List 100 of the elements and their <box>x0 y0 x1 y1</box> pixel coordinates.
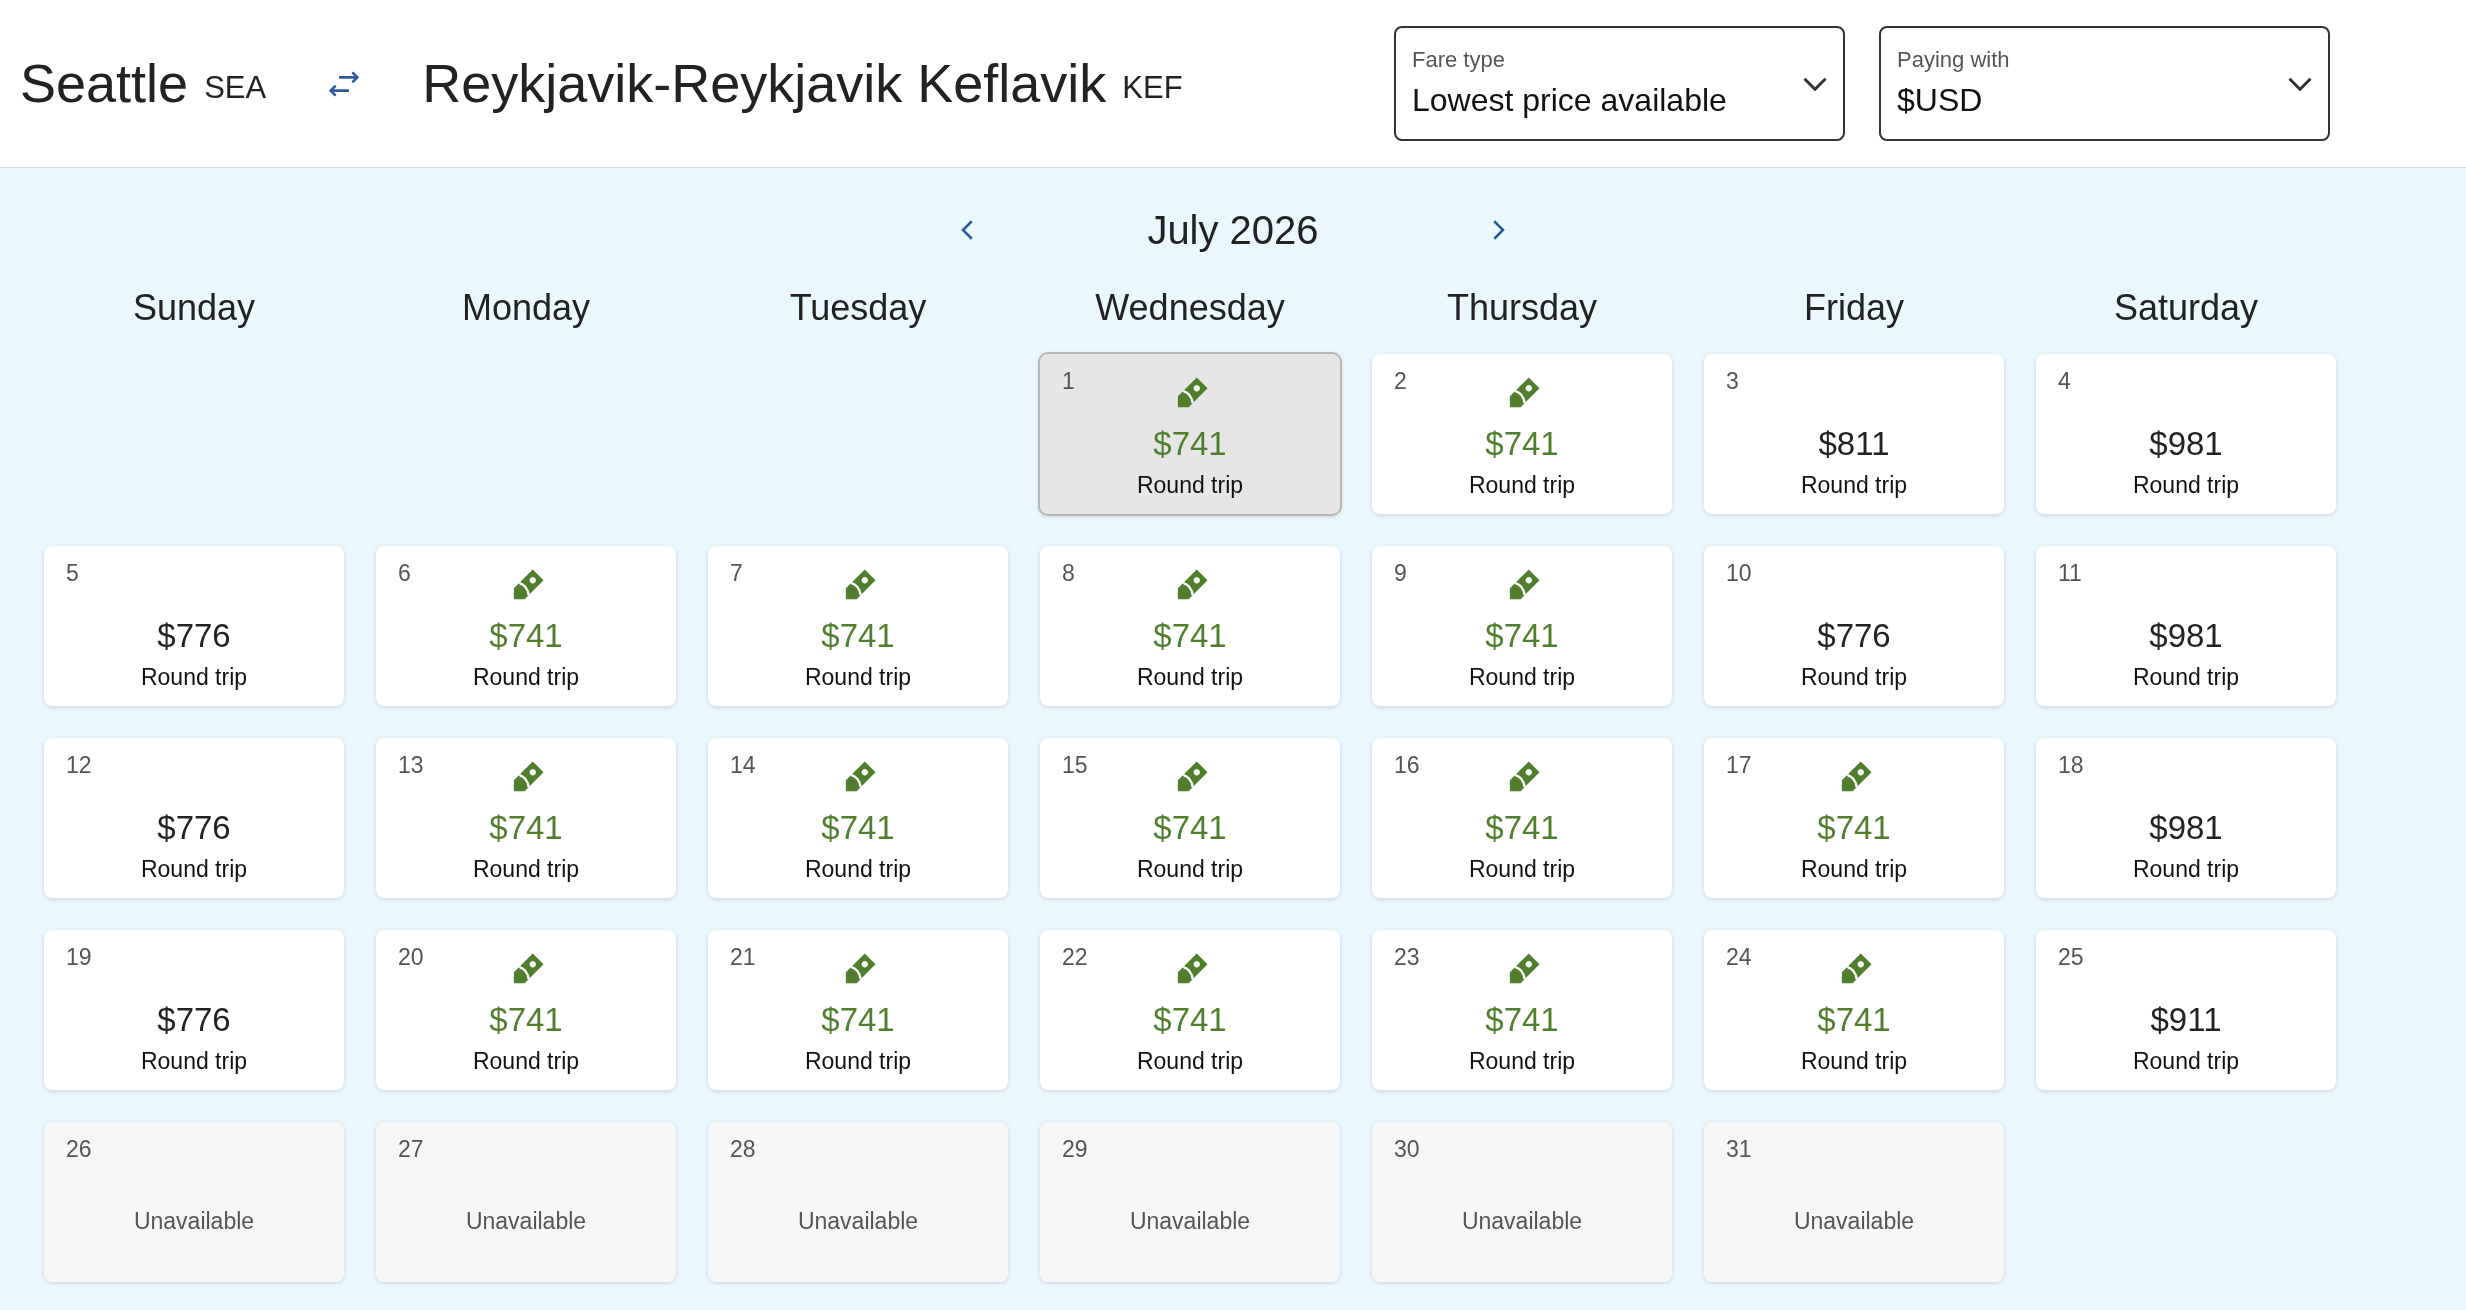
day-number: 29 <box>1062 1135 1088 1164</box>
trip-type: Round trip <box>1136 663 1244 692</box>
day-number: 23 <box>1394 943 1420 972</box>
trip-type: Round trip <box>804 663 912 692</box>
weekday-header: Sunday <box>131 286 257 330</box>
month-title: July 2026 <box>1146 207 1320 254</box>
day-cell[interactable]: 5 $776 Round trip <box>44 546 344 706</box>
day-number: 8 <box>1062 559 1075 588</box>
day-number: 9 <box>1394 559 1407 588</box>
trip-type: Round trip <box>1800 471 1908 500</box>
day-cell[interactable]: 12 $776 Round trip <box>44 738 344 898</box>
price: $741 <box>1485 616 1559 656</box>
trip-type: Round trip <box>804 1047 912 1076</box>
destination-code: KEF <box>1122 69 1183 108</box>
trip-type: Round trip <box>804 855 912 884</box>
day-cell[interactable]: 16 $741 Round trip <box>1372 738 1672 898</box>
day-cell[interactable]: 23 $741 Round trip <box>1372 930 1672 1090</box>
dropdown-value: $USD <box>1897 81 1984 120</box>
trip-type: Round trip <box>1800 1047 1908 1076</box>
dropdown-value: Lowest price available <box>1412 81 1727 120</box>
trip-type: Round trip <box>2132 471 2240 500</box>
day-number: 26 <box>66 1135 92 1164</box>
day-number: 31 <box>1726 1135 1752 1164</box>
unavailable-label: Unavailable <box>797 1207 919 1236</box>
day-number: 24 <box>1726 943 1752 972</box>
price: $776 <box>157 616 231 656</box>
day-number: 4 <box>2058 367 2071 396</box>
day-number: 15 <box>1062 751 1088 780</box>
price: $741 <box>1485 808 1559 848</box>
price: $741 <box>489 808 563 848</box>
price: $776 <box>157 1000 231 1040</box>
day-cell[interactable]: 13 $741 Round trip <box>376 738 676 898</box>
unavailable-label: Unavailable <box>1461 1207 1583 1236</box>
day-number: 3 <box>1726 367 1739 396</box>
weekday-header: Monday <box>460 286 592 330</box>
day-cell[interactable]: 24 $741 Round trip <box>1704 930 2004 1090</box>
day-cell[interactable]: 18 $981 Round trip <box>2036 738 2336 898</box>
day-cell[interactable]: 9 $741 Round trip <box>1372 546 1672 706</box>
day-cell[interactable]: 21 $741 Round trip <box>708 930 1008 1090</box>
day-cell[interactable]: 2 $741 Round trip <box>1372 354 1672 514</box>
day-cell[interactable]: 8 $741 Round trip <box>1040 546 1340 706</box>
trip-type: Round trip <box>472 663 580 692</box>
day-number: 10 <box>1726 559 1752 588</box>
day-number: 7 <box>730 559 743 588</box>
trip-type: Round trip <box>1136 855 1244 884</box>
chevron-down-icon <box>2288 76 2312 91</box>
weekday-header: Saturday <box>2112 286 2260 330</box>
price: $741 <box>1485 1000 1559 1040</box>
day-cell[interactable]: 25 $911 Round trip <box>2036 930 2336 1090</box>
day-cell[interactable]: 14 $741 Round trip <box>708 738 1008 898</box>
day-cell[interactable]: 17 $741 Round trip <box>1704 738 2004 898</box>
trip-type: Round trip <box>472 1047 580 1076</box>
unavailable-label: Unavailable <box>133 1207 255 1236</box>
trip-type: Round trip <box>2132 855 2240 884</box>
day-cell[interactable]: 7 $741 Round trip <box>708 546 1008 706</box>
day-cell[interactable]: 3 $811 Round trip <box>1704 354 2004 514</box>
price: $776 <box>1817 616 1891 656</box>
day-cell[interactable]: 20 $741 Round trip <box>376 930 676 1090</box>
price: $741 <box>1153 424 1227 464</box>
trip-type: Round trip <box>1136 471 1244 500</box>
day-number: 2 <box>1394 367 1407 396</box>
day-number: 17 <box>1726 751 1752 780</box>
day-cell[interactable]: 6 $741 Round trip <box>376 546 676 706</box>
price: $741 <box>821 1000 895 1040</box>
dropdown[interactable]: Paying with $USD <box>1879 26 2330 141</box>
price: $741 <box>821 616 895 656</box>
price: $776 <box>157 808 231 848</box>
day-number: 14 <box>730 751 756 780</box>
day-cell[interactable]: 1 $741 Round trip <box>1040 354 1340 514</box>
day-cell[interactable]: 11 $981 Round trip <box>2036 546 2336 706</box>
day-cell[interactable]: 4 $981 Round trip <box>2036 354 2336 514</box>
day-cell[interactable]: 15 $741 Round trip <box>1040 738 1340 898</box>
trip-type: Round trip <box>1468 855 1576 884</box>
price: $741 <box>489 1000 563 1040</box>
day-cell[interactable]: 19 $776 Round trip <box>44 930 344 1090</box>
day-cell[interactable]: 10 $776 Round trip <box>1704 546 2004 706</box>
price: $741 <box>821 808 895 848</box>
unavailable-label: Unavailable <box>1793 1207 1915 1236</box>
day-number: 19 <box>66 943 92 972</box>
day-number: 5 <box>66 559 79 588</box>
unavailable-label: Unavailable <box>1129 1207 1251 1236</box>
trip-type: Round trip <box>1800 855 1908 884</box>
trip-type: Round trip <box>140 663 248 692</box>
day-number: 1 <box>1062 367 1075 396</box>
price: $741 <box>489 616 563 656</box>
day-number: 22 <box>1062 943 1088 972</box>
day-cell[interactable]: 22 $741 Round trip <box>1040 930 1340 1090</box>
price: $981 <box>2149 616 2223 656</box>
trip-type: Round trip <box>472 855 580 884</box>
trip-type: Round trip <box>2132 1047 2240 1076</box>
origin-code: SEA <box>204 69 267 108</box>
weekday-header: Tuesday <box>788 286 928 330</box>
day-number: 6 <box>398 559 411 588</box>
day-number: 27 <box>398 1135 424 1164</box>
dropdown[interactable]: Fare type Lowest price available <box>1394 26 1845 141</box>
price: $741 <box>1817 808 1891 848</box>
price: $981 <box>2149 424 2223 464</box>
price: $911 <box>2150 1000 2222 1040</box>
price: $741 <box>1153 1000 1227 1040</box>
trip-type: Round trip <box>1800 663 1908 692</box>
